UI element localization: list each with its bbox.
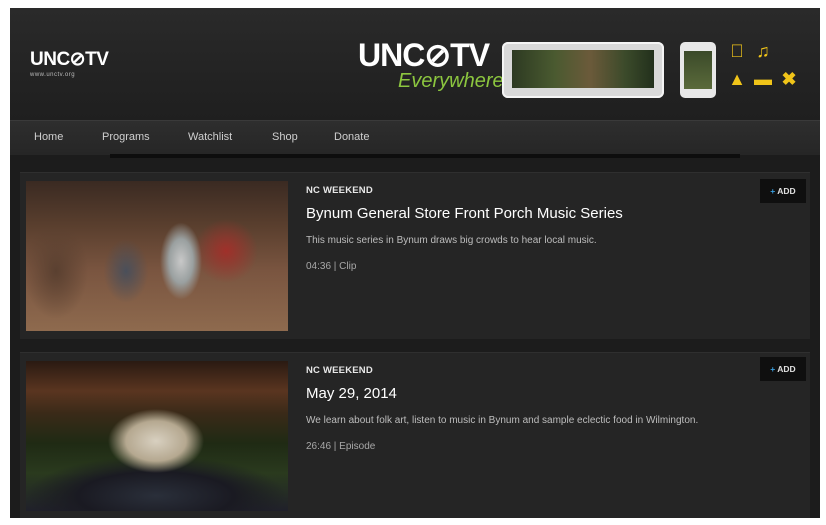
banner-brand: UNC⊘TV bbox=[358, 37, 490, 73]
add-label: ADD bbox=[777, 364, 796, 374]
blank-icon bbox=[778, 40, 800, 62]
video-description: This music series in Bynum draws big cro… bbox=[306, 235, 597, 246]
show-name[interactable]: NC WEEKEND bbox=[306, 365, 373, 376]
video-title[interactable]: Bynum General Store Front Porch Music Se… bbox=[306, 205, 623, 222]
video-thumbnail[interactable] bbox=[26, 181, 288, 331]
add-to-watchlist-button[interactable]: + ADD bbox=[760, 179, 806, 203]
tablet-icon: ▬ bbox=[754, 69, 772, 89]
graduation-cap-icon: ▲ bbox=[728, 69, 746, 89]
nav-divider bbox=[110, 154, 740, 158]
xbox-icon: ✖ bbox=[781, 69, 797, 89]
main-nav: Home Programs Watchlist Shop Donate bbox=[10, 120, 820, 155]
video-description: We learn about folk art, listen to music… bbox=[306, 415, 699, 426]
add-to-watchlist-button[interactable]: + ADD bbox=[760, 357, 806, 381]
plus-icon: + bbox=[770, 186, 776, 196]
nav-shop[interactable]: Shop bbox=[272, 131, 298, 143]
phone-image bbox=[680, 42, 716, 98]
video-card[interactable]: NC WEEKEND May 29, 2014 We learn about f… bbox=[20, 352, 810, 518]
itunes-icon: ♫ bbox=[756, 41, 770, 61]
video-card[interactable]: NC WEEKEND Bynum General Store Front Por… bbox=[20, 172, 810, 339]
site-header: UNC⊘TV www.unctv.org UNC⊘TV Everywhere..… bbox=[10, 8, 820, 120]
video-meta: 04:36 | Clip bbox=[306, 261, 357, 272]
video-thumbnail[interactable] bbox=[26, 361, 288, 511]
video-meta: 26:46 | Episode bbox=[306, 441, 376, 452]
logo-url: www.unctv.org bbox=[30, 72, 76, 78]
video-title[interactable]: May 29, 2014 bbox=[306, 385, 397, 402]
apple-icon:  bbox=[726, 40, 748, 62]
unctv-logo[interactable]: UNC⊘TV www.unctv.org bbox=[30, 50, 120, 86]
nav-home[interactable]: Home bbox=[34, 131, 63, 143]
app-frame: UNC⊘TV www.unctv.org UNC⊘TV Everywhere..… bbox=[10, 8, 820, 518]
plus-icon: + bbox=[770, 364, 776, 374]
nav-programs[interactable]: Programs bbox=[102, 131, 150, 143]
platform-icons:  ♫ ▲ ▬ ✖ bbox=[726, 40, 804, 98]
show-name[interactable]: NC WEEKEND bbox=[306, 185, 373, 196]
nav-watchlist[interactable]: Watchlist bbox=[188, 131, 232, 143]
add-label: ADD bbox=[777, 186, 796, 196]
nav-donate[interactable]: Donate bbox=[334, 131, 369, 143]
tablet-image bbox=[502, 42, 664, 98]
logo-text: UNC⊘TV bbox=[30, 49, 109, 70]
everywhere-banner[interactable]: UNC⊘TV Everywhere...  ♫ ▲ ▬ ✖ bbox=[350, 36, 805, 102]
